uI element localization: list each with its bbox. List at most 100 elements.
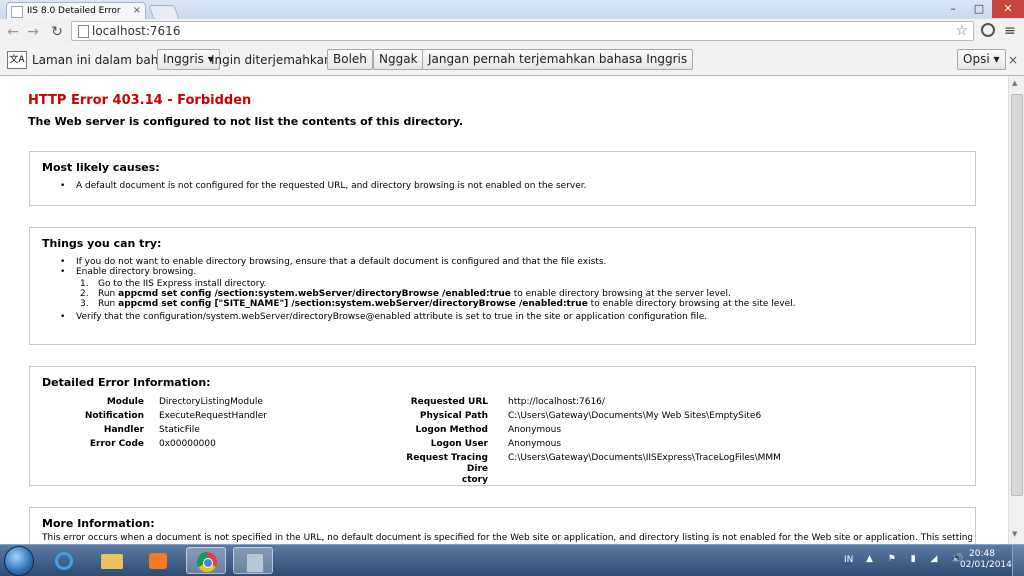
detail-key: Request Tracing Dire ctory: [406, 453, 488, 485]
app-icon: [246, 553, 264, 573]
scrollbar-thumb[interactable]: [1011, 94, 1023, 496]
detail-value: C:\Users\Gateway\Documents\My Web Sites\…: [508, 411, 762, 421]
close-infobar-icon[interactable]: ×: [1008, 51, 1018, 69]
detail-left-column: Module DirectoryListingModule Notificati…: [41, 395, 371, 455]
close-window-button[interactable]: ✕: [992, 0, 1024, 18]
minimize-button[interactable]: –: [940, 0, 966, 18]
never-translate-button[interactable]: Jangan pernah terjemahkan bahasa Inggris: [422, 49, 694, 70]
step-number: 3.: [80, 299, 89, 309]
causes-list: A default document is not configured for…: [60, 181, 587, 191]
maximize-button[interactable]: □: [966, 0, 992, 18]
close-tab-icon[interactable]: ×: [133, 3, 141, 19]
infobar-question: Ingin diterjemahkan?: [211, 53, 338, 67]
bookmark-star-icon[interactable]: ☆: [955, 22, 968, 41]
page-icon: [78, 25, 89, 38]
step-text: Go to the IIS Express install directory.: [98, 279, 267, 289]
scroll-down-icon[interactable]: ▼: [1012, 530, 1017, 538]
detail-value: ExecuteRequestHandler: [159, 411, 267, 421]
scroll-up-icon[interactable]: ▲: [1012, 79, 1017, 87]
title-bar: IIS 8.0 Detailed Error - 403.1 × – □ ✕: [0, 0, 1024, 20]
step-text: Run: [98, 299, 119, 309]
ie-icon: [55, 552, 73, 570]
detail-key: Handler: [103, 425, 144, 435]
page-favicon-icon: [11, 6, 23, 18]
things-to-try-list: If you do not want to enable directory b…: [60, 257, 796, 322]
detail-key: Module: [106, 397, 144, 407]
detail-key: Error Code: [89, 439, 144, 449]
detail-value: http://localhost:7616/: [508, 397, 605, 407]
clock[interactable]: 20:48 02/01/2014: [960, 549, 1012, 571]
translate-infobar: 文A Laman ini dalam bahasa Inggris ▾ Ingi…: [0, 45, 1024, 76]
step-number: 1.: [80, 279, 89, 289]
vertical-scrollbar[interactable]: ▲ ▼: [1008, 76, 1024, 544]
url-text[interactable]: localhost:7616: [92, 22, 180, 41]
show-desktop-button[interactable]: [1012, 545, 1024, 576]
extension-icon[interactable]: [981, 23, 995, 37]
detail-key: Notification: [84, 411, 144, 421]
tab-title: IIS 8.0 Detailed Error - 403.1: [27, 6, 123, 16]
reload-icon[interactable]: ↻: [48, 23, 66, 41]
browser-tab[interactable]: IIS 8.0 Detailed Error - 403.1 ×: [6, 2, 146, 19]
more-information-panel: More Information: This error occurs when…: [29, 507, 976, 544]
forward-arrow-icon[interactable]: →: [24, 23, 42, 41]
steps-list: 1. Go to the IIS Express install director…: [76, 279, 796, 309]
detailed-error-panel: Detailed Error Information: Module Direc…: [29, 366, 976, 486]
taskbar-chrome[interactable]: [186, 547, 226, 574]
detail-key: Requested URL: [410, 397, 488, 407]
options-button[interactable]: Opsi ▾: [957, 49, 1006, 70]
windows-start-icon[interactable]: [4, 546, 34, 576]
step-item: 2. Run appcmd set config /section:system.…: [76, 289, 796, 299]
more-information-text: This error occurs when a document is not…: [42, 533, 972, 543]
detail-value: 0x00000000: [159, 439, 216, 449]
translate-yes-button[interactable]: Boleh: [327, 49, 373, 70]
step-item: 1. Go to the IIS Express install director…: [76, 279, 796, 289]
page-content: HTTP Error 403.14 - Forbidden The Web se…: [0, 76, 1008, 544]
list-item: A default document is not configured for…: [60, 181, 587, 191]
taskbar-media-player[interactable]: [138, 547, 178, 574]
detail-right-column: Requested URL http://localhost:7616/ Phy…: [386, 395, 946, 485]
list-item: If you do not want to enable directory b…: [60, 257, 796, 267]
browser-toolbar: ← → ↻ localhost:7616 ☆ ≡: [0, 19, 1024, 46]
clock-date: 02/01/2014: [960, 560, 1012, 570]
taskbar-app[interactable]: [233, 547, 273, 574]
system-tray-icons[interactable]: ▲ ⚑ ▮ ◢ 🔊: [866, 554, 970, 564]
more-information-heading: More Information:: [42, 517, 155, 530]
step-item: 3. Run appcmd set config ["SITE_NAME"] /s…: [76, 299, 796, 309]
clock-time: 20:48: [969, 549, 995, 559]
new-tab-button[interactable]: [148, 5, 180, 20]
step-text: Run: [98, 289, 119, 299]
detail-value: C:\Users\Gateway\Documents\IISExpress\Tr…: [508, 453, 781, 463]
language-indicator[interactable]: IN: [844, 545, 853, 576]
taskbar-explorer[interactable]: [92, 547, 132, 574]
detail-value: Anonymous: [508, 425, 562, 435]
detail-key: Physical Path: [419, 411, 488, 421]
command-text: appcmd set config /section:system.webSer…: [118, 289, 511, 299]
causes-panel: Most likely causes: A default document i…: [29, 151, 976, 206]
menu-icon[interactable]: ≡: [1004, 22, 1016, 40]
back-arrow-icon[interactable]: ←: [4, 23, 22, 41]
detail-value: Anonymous: [508, 439, 562, 449]
address-bar[interactable]: localhost:7616 ☆: [71, 21, 974, 41]
detail-key: Logon Method: [415, 425, 488, 435]
list-item: Verify that the configuration/system.web…: [60, 312, 796, 322]
error-subtitle: The Web server is configured to not list…: [28, 115, 464, 128]
things-to-try-panel: Things you can try: If you do not want t…: [29, 227, 976, 345]
translate-icon: 文A: [7, 51, 27, 69]
list-item: Enable directory browsing. 1. Go to the I…: [60, 267, 796, 309]
step-text: to enable directory browsing at the site…: [587, 299, 796, 309]
taskbar-ie[interactable]: [44, 547, 84, 574]
translate-no-button[interactable]: Nggak: [373, 49, 424, 70]
taskbar: IN ▲ ⚑ ▮ ◢ 🔊 20:48 02/01/2014: [0, 544, 1024, 576]
detailed-error-heading: Detailed Error Information:: [42, 376, 211, 389]
things-to-try-heading: Things you can try:: [42, 237, 162, 250]
causes-heading: Most likely causes:: [42, 161, 160, 174]
step-number: 2.: [80, 289, 89, 299]
detail-value: StaticFile: [159, 425, 200, 435]
enable-browsing-text: Enable directory browsing.: [76, 267, 197, 277]
folder-icon: [101, 554, 123, 569]
media-player-icon: [149, 553, 167, 569]
detail-value: DirectoryListingModule: [159, 397, 263, 407]
detail-key: Logon User: [430, 439, 488, 449]
step-text: to enable directory browsing at the serv…: [510, 289, 731, 299]
error-title: HTTP Error 403.14 - Forbidden: [28, 93, 252, 108]
